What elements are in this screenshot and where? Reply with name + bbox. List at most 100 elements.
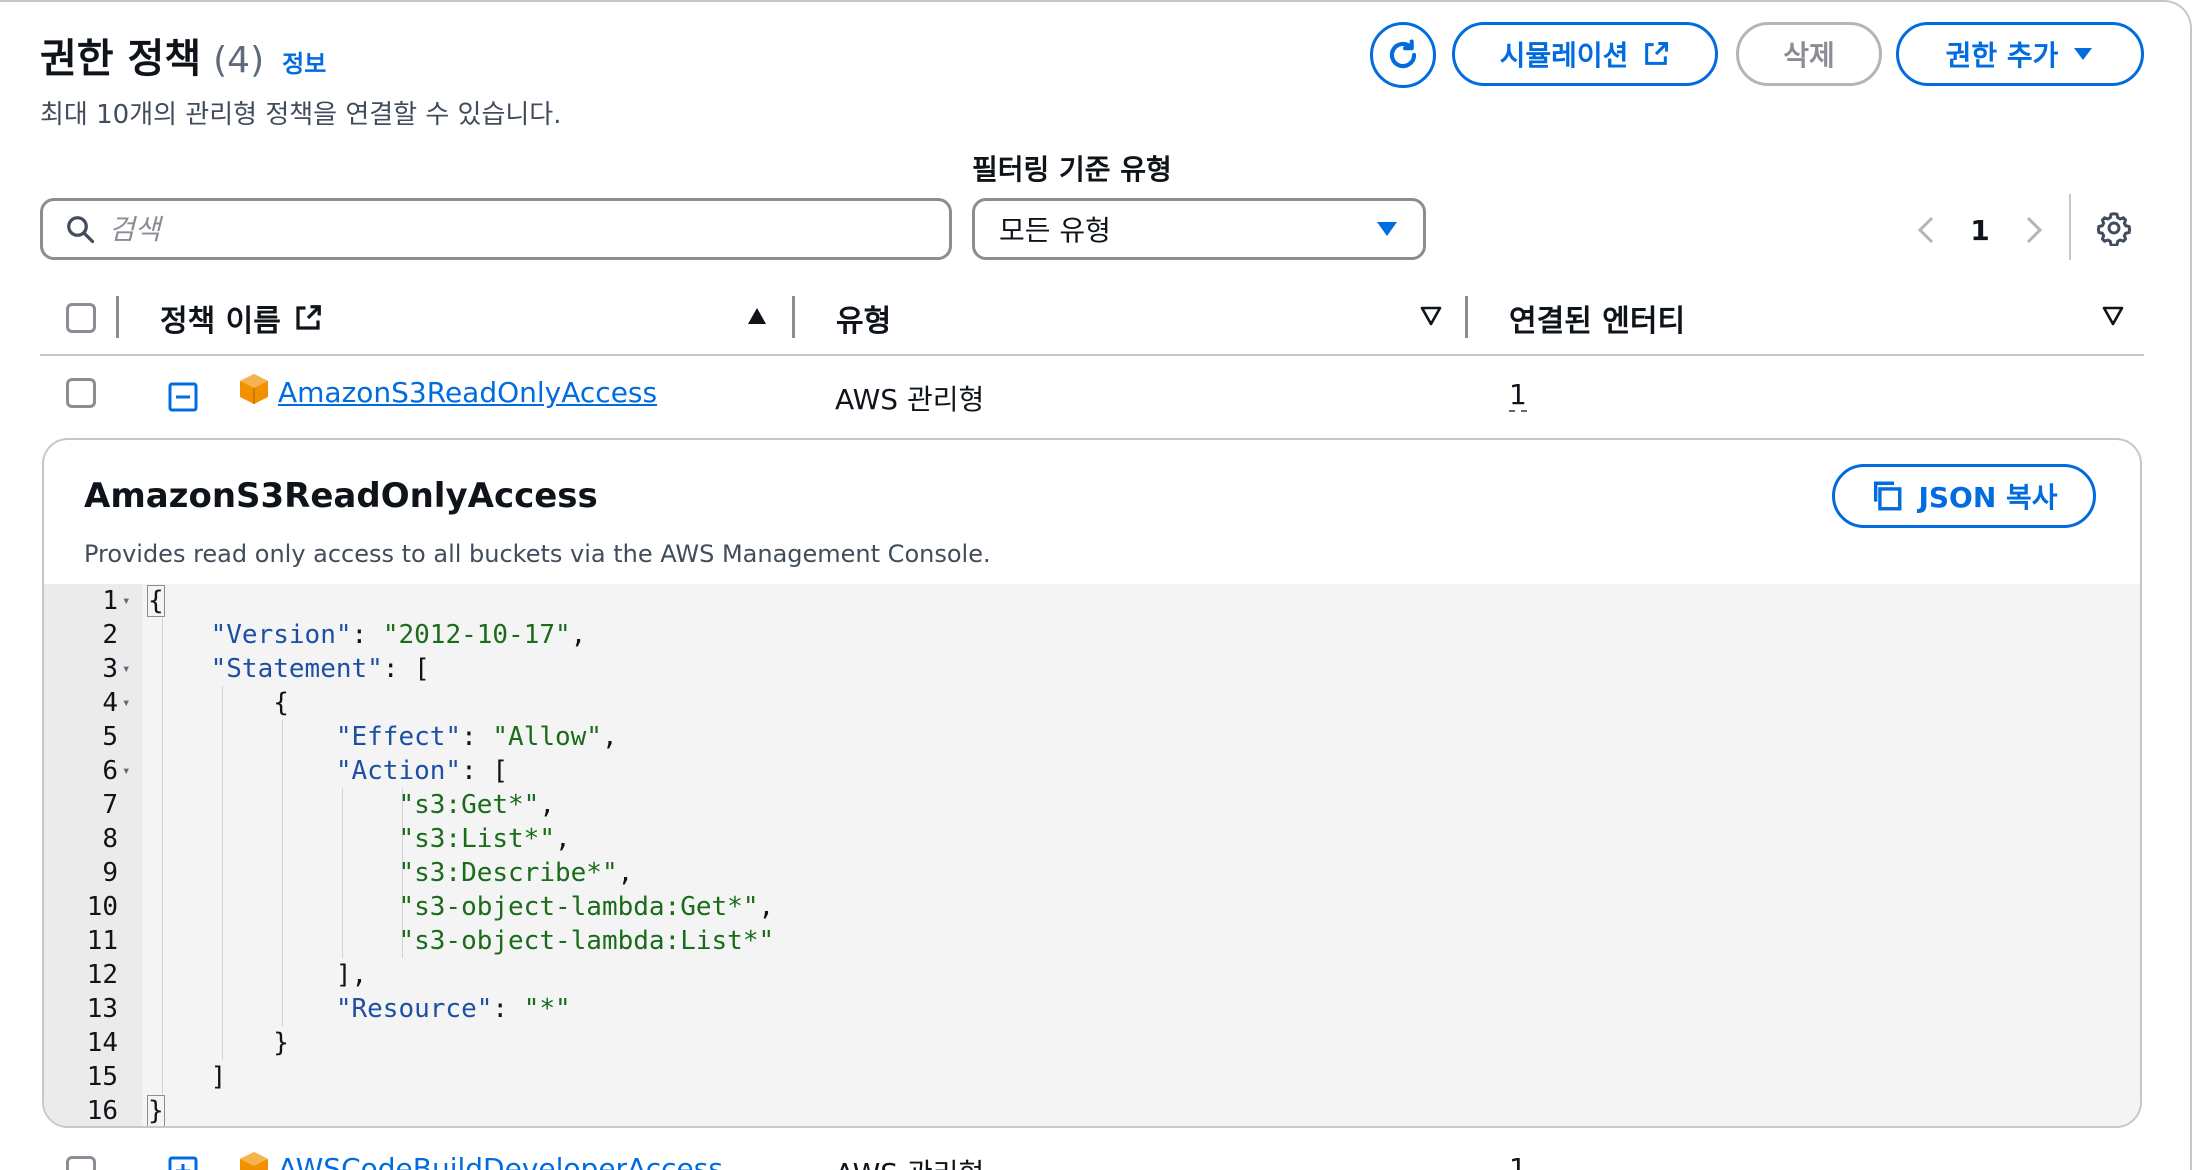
collapse-icon[interactable] [168, 382, 198, 412]
copy-json-label: JSON 복사 [1918, 481, 2058, 514]
row-checkbox[interactable] [66, 378, 96, 408]
code-line: "s3:Get*", [398, 790, 555, 820]
column-attached-entities[interactable]: 연결된 엔터티 [1509, 296, 1685, 340]
next-page-button[interactable] [2008, 215, 2060, 245]
search-box [40, 198, 952, 260]
pager-divider [2069, 194, 2071, 260]
attached-entities-count[interactable]: 1 [1509, 1152, 1527, 1170]
code-line: "Action": [ [335, 756, 509, 786]
code-line: "s3-object-lambda:List*" [398, 926, 775, 956]
current-page[interactable]: 1 [1952, 214, 2008, 247]
code-line: "Statement": [ [210, 654, 430, 684]
sort-icon[interactable] [1420, 306, 1442, 326]
code-line: "Version": "2012-10-17", [210, 620, 587, 650]
chevron-left-icon [1917, 216, 1934, 244]
column-divider [792, 296, 795, 338]
fold-toggle-icon[interactable]: ▾ [122, 584, 136, 618]
fold-toggle-icon[interactable]: ▾ [122, 652, 136, 686]
copy-icon [1874, 481, 1902, 511]
policy-name-link[interactable]: AmazonS3ReadOnlyAccess [278, 376, 657, 409]
line-number: 1 [102, 586, 118, 616]
type-filter-value: 모든 유형 [999, 214, 1111, 247]
expand-icon[interactable] [168, 1156, 198, 1170]
line-number: 4 [102, 688, 118, 718]
json-policy-editor[interactable]: 1 2 3 4 5 6 7 8 9 10 11 12 13 14 15 16 ▾… [44, 584, 2140, 1126]
panel-subtitle: 최대 10개의 관리형 정책을 연결할 수 있습니다. [40, 100, 562, 130]
preferences-button[interactable] [2096, 210, 2132, 250]
code-line: ], [148, 960, 368, 990]
permissions-policies-panel: 권한 정책 (4) 정보 최대 10개의 관리형 정책을 연결할 수 있습니다.… [0, 0, 2192, 1170]
code-line: "Effect": "Allow", [335, 722, 618, 752]
code-line: ] [148, 1062, 227, 1092]
column-type[interactable]: 유형 [836, 296, 891, 340]
code-line: "s3:Describe*", [398, 858, 634, 888]
policy-count: (4) [213, 40, 265, 81]
line-number: 8 [102, 824, 118, 854]
fold-toggle-icon[interactable]: ▾ [122, 686, 136, 720]
code-line: "s3:List*", [398, 824, 571, 854]
add-permissions-label: 권한 추가 [1945, 39, 2059, 72]
panel-header: 권한 정책 (4) 정보 [40, 26, 326, 84]
external-link-icon [296, 305, 321, 330]
attached-entities-count[interactable]: 1 [1509, 380, 1527, 412]
pagination: 1 [1900, 202, 2060, 258]
delete-label: 삭제 [1783, 39, 1835, 72]
code-line: { [147, 585, 165, 617]
search-icon [67, 216, 95, 244]
simulation-label: 시뮬레이션 [1499, 39, 1629, 72]
line-number: 9 [102, 858, 118, 888]
caret-down-icon [2074, 48, 2093, 60]
previous-page-button[interactable] [1900, 215, 1952, 245]
table-header: 정책 이름 유형 연결된 엔터티 [40, 282, 2144, 356]
code-line: } [148, 1028, 289, 1058]
caret-down-icon [1377, 222, 1397, 236]
line-number: 6 [102, 756, 118, 786]
line-number: 3 [102, 654, 118, 684]
line-number: 12 [86, 960, 118, 990]
select-all-checkbox[interactable] [66, 303, 96, 333]
policy-description: Provides read only access to all buckets… [84, 540, 991, 568]
column-divider [116, 296, 119, 338]
column-policy-name[interactable]: 정책 이름 [160, 296, 323, 340]
sort-ascending-icon[interactable] [746, 306, 768, 326]
line-number: 16 [86, 1096, 118, 1126]
policy-name-link[interactable]: AWSCodeBuildDeveloperAccess [278, 1152, 723, 1170]
type-filter-select[interactable]: 모든 유형 [972, 198, 1426, 260]
add-permissions-button[interactable]: 권한 추가 [1896, 22, 2144, 86]
policy-details-card: AmazonS3ReadOnlyAccess Provides read onl… [42, 438, 2142, 1128]
policy-details-title: AmazonS3ReadOnlyAccess [84, 476, 598, 516]
column-policy-name-label: 정책 이름 [160, 304, 281, 339]
aws-managed-policy-icon [240, 374, 268, 404]
fold-toggle-icon[interactable]: ▾ [122, 754, 136, 788]
info-link[interactable]: 정보 [282, 44, 326, 79]
sort-icon[interactable] [2102, 306, 2124, 326]
filter-type-label: 필터링 기준 유형 [972, 153, 1172, 186]
gear-icon [2096, 212, 2132, 247]
line-number: 14 [86, 1028, 118, 1058]
policy-type: AWS 관리형 [835, 383, 985, 416]
line-number: 11 [86, 926, 118, 956]
aws-managed-policy-icon [240, 1152, 268, 1170]
line-number: 5 [102, 722, 118, 752]
code-line: "Resource": "*" [335, 994, 571, 1024]
line-number: 13 [86, 994, 118, 1024]
search-input[interactable] [109, 212, 909, 246]
line-number: 10 [86, 892, 118, 922]
line-number: 2 [102, 620, 118, 650]
simulation-button[interactable]: 시뮬레이션 [1452, 22, 1718, 86]
column-divider [1465, 296, 1468, 338]
policy-type: AWS 관리형 [835, 1152, 984, 1170]
line-number: 7 [102, 790, 118, 820]
chevron-right-icon [2026, 216, 2043, 244]
refresh-button[interactable] [1370, 22, 1436, 88]
code-line: } [147, 1095, 165, 1126]
refresh-icon [1389, 39, 1417, 69]
external-link-icon [1645, 41, 1669, 65]
line-number: 15 [86, 1062, 118, 1092]
copy-json-button[interactable]: JSON 복사 [1832, 464, 2096, 528]
table-row: AWSCodeBuildDeveloperAccess AWS 관리형 1 [40, 1140, 2144, 1170]
delete-button[interactable]: 삭제 [1736, 22, 1882, 86]
row-checkbox[interactable] [66, 1156, 96, 1170]
table-row: AmazonS3ReadOnlyAccess AWS 관리형 1 [40, 356, 2144, 438]
page-title: 권한 정책 [40, 36, 202, 82]
